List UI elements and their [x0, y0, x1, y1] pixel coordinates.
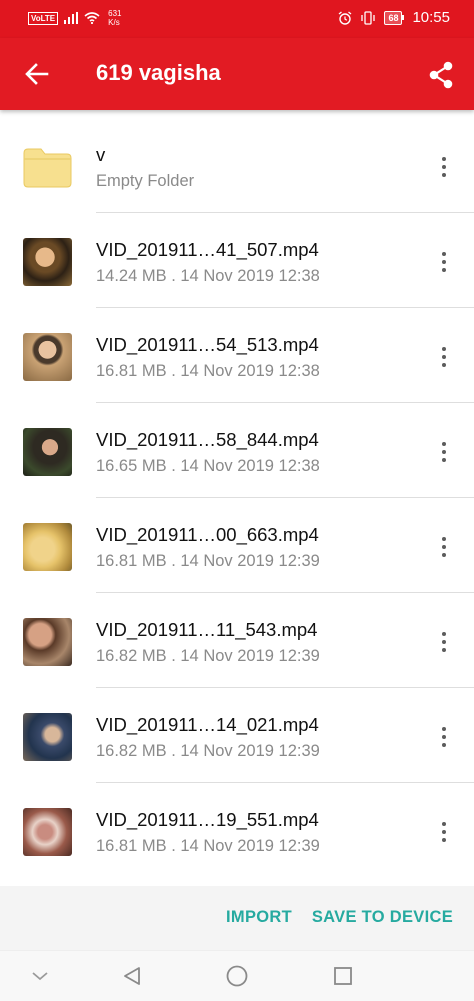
more-options-button[interactable]	[432, 533, 456, 561]
status-clock: 10:55	[412, 9, 450, 26]
share-button[interactable]	[426, 60, 456, 90]
nav-recents-button[interactable]	[330, 963, 356, 989]
more-options-button[interactable]	[432, 628, 456, 656]
more-options-button[interactable]	[432, 153, 456, 181]
battery-level: 68	[384, 10, 403, 25]
video-thumbnail	[23, 523, 72, 571]
alarm-icon	[339, 10, 352, 25]
action-bar: IMPORT SAVE TO DEVICE	[0, 886, 474, 950]
volte-icon: VoLTE	[28, 11, 59, 25]
video-row[interactable]: VID_201911…19_551.mp4 16.81 MB . 14 Nov …	[0, 783, 474, 878]
file-name: VID_201911…11_543.mp4	[96, 619, 318, 640]
file-meta: 16.65 MB . 14 Nov 2019 12:38	[96, 457, 320, 475]
file-meta: 16.82 MB . 14 Nov 2019 12:39	[96, 647, 320, 665]
more-options-button[interactable]	[432, 438, 456, 466]
file-meta: 14.24 MB . 14 Nov 2019 12:38	[96, 267, 320, 285]
battery-icon: 68	[384, 10, 405, 25]
file-name: VID_201911…41_507.mp4	[96, 239, 319, 260]
wifi-icon	[84, 12, 100, 24]
folder-name: v	[96, 144, 106, 165]
network-speed-unit: K/s	[108, 18, 120, 27]
back-button[interactable]	[22, 60, 52, 88]
file-name: VID_201911…00_663.mp4	[96, 524, 319, 545]
vibrate-icon	[361, 10, 376, 25]
folder-icon	[23, 143, 72, 191]
system-nav-bar	[0, 950, 474, 1001]
arrow-back-icon	[25, 63, 49, 85]
file-meta: 16.81 MB . 14 Nov 2019 12:39	[96, 837, 320, 855]
file-list: v Empty Folder VID_201911…41_507.mp4 14.…	[0, 118, 474, 878]
file-meta: 16.81 MB . 14 Nov 2019 12:39	[96, 552, 320, 570]
more-options-button[interactable]	[432, 248, 456, 276]
file-name: VID_201911…54_513.mp4	[96, 334, 319, 355]
nav-back-button[interactable]	[119, 963, 145, 989]
video-thumbnail	[23, 428, 72, 476]
video-thumbnail	[23, 713, 72, 761]
file-name: VID_201911…14_021.mp4	[96, 714, 319, 735]
video-thumbnail	[23, 238, 72, 286]
more-options-button[interactable]	[432, 818, 456, 846]
save-to-device-button[interactable]: SAVE TO DEVICE	[312, 908, 453, 927]
circle-home-icon	[226, 965, 248, 987]
file-meta: 16.81 MB . 14 Nov 2019 12:38	[96, 362, 320, 380]
triangle-back-icon	[124, 967, 140, 985]
file-meta: 16.82 MB . 14 Nov 2019 12:39	[96, 742, 320, 760]
chevron-down-icon	[32, 972, 48, 981]
network-speed-value: 631	[108, 9, 122, 18]
nav-home-button[interactable]	[224, 963, 250, 989]
import-button[interactable]: IMPORT	[226, 908, 292, 927]
more-options-button[interactable]	[432, 343, 456, 371]
folder-row[interactable]: v Empty Folder	[0, 118, 474, 213]
video-row[interactable]: VID_201911…00_663.mp4 16.81 MB . 14 Nov …	[0, 498, 474, 593]
video-thumbnail	[23, 808, 72, 856]
video-thumbnail	[23, 618, 72, 666]
status-bar: VoLTE 631 K/s 68 10:55	[0, 0, 474, 38]
app-bar: 619 vagisha	[0, 38, 474, 110]
signal-icon	[64, 12, 79, 24]
video-row[interactable]: VID_201911…14_021.mp4 16.82 MB . 14 Nov …	[0, 688, 474, 783]
video-row[interactable]: VID_201911…58_844.mp4 16.65 MB . 14 Nov …	[0, 403, 474, 498]
page-title: 619 vagisha	[96, 60, 221, 85]
more-options-button[interactable]	[432, 723, 456, 751]
file-name: VID_201911…19_551.mp4	[96, 809, 319, 830]
video-thumbnail	[23, 333, 72, 381]
video-row[interactable]: VID_201911…41_507.mp4 14.24 MB . 14 Nov …	[0, 213, 474, 308]
network-speed: 631 K/s	[108, 9, 121, 27]
video-row[interactable]: VID_201911…11_543.mp4 16.82 MB . 14 Nov …	[0, 593, 474, 688]
folder-meta: Empty Folder	[96, 172, 195, 190]
file-name: VID_201911…58_844.mp4	[96, 429, 319, 450]
share-icon	[429, 61, 453, 89]
nav-hide-button[interactable]	[27, 963, 53, 989]
video-row[interactable]: VID_201911…54_513.mp4 16.81 MB . 14 Nov …	[0, 308, 474, 403]
square-recents-icon	[334, 967, 352, 985]
